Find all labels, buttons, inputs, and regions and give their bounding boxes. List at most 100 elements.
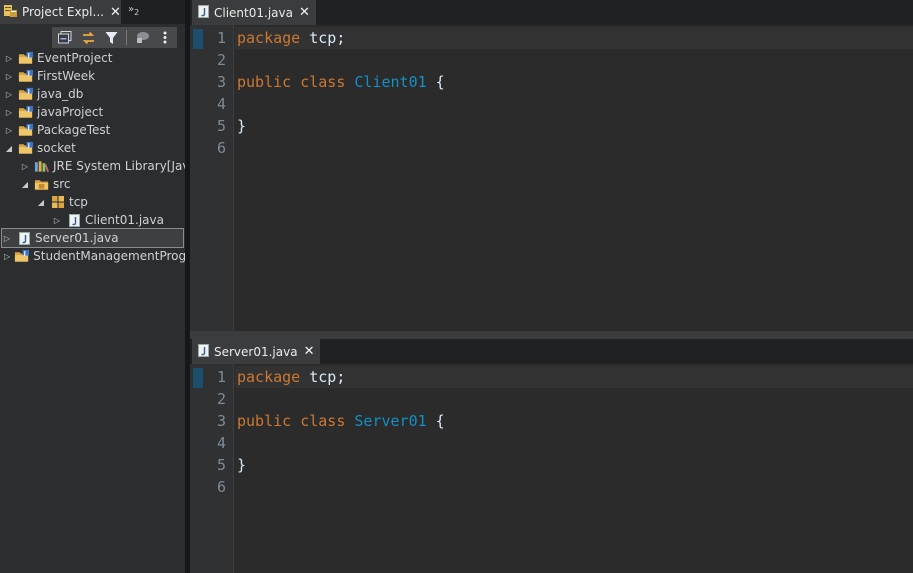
line-number: 3 [216, 412, 226, 430]
link-with-editor-icon [82, 31, 94, 44]
keyword-token: class [300, 412, 346, 430]
tree-item-label: tcp [69, 195, 88, 209]
editor-tab-bar: Server01.java ✕ [190, 339, 913, 364]
tree-item[interactable]: ▷ JRE System Library [Java [20, 157, 205, 175]
expanded-arrow-icon[interactable]: ◢ [4, 144, 14, 153]
editor-tab-bar: Client01.java ✕ [190, 0, 913, 25]
focus-on-active-task-button[interactable] [132, 29, 152, 46]
tree-item[interactable]: ▷ J PackageTest [4, 121, 189, 139]
occurrence-marker [193, 29, 203, 49]
code-token: } [237, 456, 247, 474]
code-line: } [237, 115, 246, 137]
tree-item-label: Server01.java [35, 231, 119, 245]
code-token: tcp; [300, 29, 346, 47]
toolbar-separator [126, 30, 127, 45]
filter-button[interactable] [101, 29, 121, 46]
java-project-icon: J [18, 141, 34, 155]
line-number: 6 [216, 139, 226, 157]
line-number: 2 [216, 51, 226, 69]
svg-text:J: J [27, 143, 30, 149]
tree-item[interactable]: ◢ Jsocket [4, 139, 189, 157]
editor-tab-label: Server01.java [214, 344, 298, 359]
collapsed-arrow-icon[interactable]: ▷ [4, 108, 14, 117]
class-name-token: Client01 [354, 73, 427, 91]
tree-item[interactable]: ▷ J StudentManagementProgram [4, 247, 189, 265]
editor-server01: Server01.java ✕ 1 2 3 4 5 6 package tcp; publi… [190, 339, 913, 573]
editor-tab-server01[interactable]: Server01.java ✕ [192, 339, 321, 364]
project-explorer-tab[interactable]: Project Expl... ✕ [0, 0, 121, 24]
code-token: tcp; [300, 368, 346, 386]
line-number: 1 [216, 29, 226, 47]
editor-tab-label: Client01.java [214, 5, 293, 20]
view-menu-button[interactable] [155, 29, 175, 46]
code-line: public class Client01 { [237, 71, 445, 93]
code-area[interactable]: package tcp; public class Client01 {} [235, 25, 913, 331]
keyword-token: package [237, 368, 301, 386]
svg-text:J: J [23, 251, 26, 257]
package-icon [50, 195, 66, 209]
collapsed-arrow-icon[interactable]: ▷ [4, 126, 14, 135]
task-focus-icon [136, 32, 149, 43]
tree-item-label: PackageTest [37, 123, 111, 137]
tree-item[interactable]: ▷ Server01.java [1, 228, 184, 248]
line-number: 4 [216, 95, 226, 113]
collapse-all-button[interactable] [55, 29, 75, 46]
tree-item-label: src [53, 177, 71, 191]
close-icon[interactable]: ✕ [299, 5, 310, 20]
occurrence-marker [193, 368, 203, 388]
more-views-button[interactable]: »2 [128, 4, 139, 17]
collapsed-arrow-icon[interactable]: ▷ [20, 162, 30, 171]
editor-sash-horizontal[interactable] [190, 331, 913, 339]
tree-item-label: StudentManagementProgram [33, 249, 189, 263]
collapsed-arrow-icon[interactable]: ▷ [4, 90, 14, 99]
tree-item[interactable]: ▷ Jjava_db [4, 85, 189, 103]
link-with-editor-button[interactable] [78, 29, 98, 46]
svg-text:J: J [27, 125, 30, 131]
code-line: package tcp; [237, 366, 345, 388]
svg-text:J: J [27, 89, 30, 95]
tree-item-label: socket [37, 141, 76, 155]
line-number: 4 [216, 434, 226, 452]
more-vertical-icon [163, 31, 167, 44]
java-file-icon [198, 343, 209, 360]
code-line: } [237, 454, 246, 476]
expanded-arrow-icon[interactable]: ◢ [20, 180, 30, 189]
collapsed-arrow-icon[interactable]: ▷ [4, 72, 14, 81]
tree-item[interactable]: ▷ J FirstWeek [4, 67, 189, 85]
collapsed-arrow-icon[interactable]: ▷ [2, 234, 12, 243]
tree-item-label: javaProject [37, 105, 104, 119]
class-name-token: Server01 [354, 412, 427, 430]
tree-item-label: java_db [37, 87, 84, 101]
keyword-token: public [237, 73, 292, 91]
java-file-icon [198, 4, 209, 21]
collapsed-arrow-icon[interactable]: ▷ [52, 216, 62, 225]
svg-text:J: J [27, 53, 30, 59]
collapse-all-icon [58, 31, 72, 44]
tree-item[interactable]: ▷ JjavaProject [4, 103, 189, 121]
collapsed-arrow-icon[interactable]: ▷ [4, 252, 10, 261]
code-token: } [237, 117, 247, 135]
java-project-icon: J [18, 51, 34, 65]
explorer-tab-bar: Project Expl... ✕ »2 [0, 0, 185, 24]
keyword-token: class [300, 73, 346, 91]
line-number: 6 [216, 478, 226, 496]
editor-tab-client01[interactable]: Client01.java ✕ [192, 0, 316, 25]
java-file-icon [66, 213, 82, 227]
expanded-arrow-icon[interactable]: ◢ [36, 198, 46, 207]
editor-client01: Client01.java ✕ 1 2 3 4 5 6 package tcp; publi… [190, 0, 913, 331]
svg-text:J: J [27, 71, 30, 77]
tree-item[interactable]: ◢ src [20, 175, 205, 193]
project-explorer-tab-label: Project Expl... [22, 5, 104, 19]
tree-item[interactable]: ▷ J EventProject [4, 49, 189, 67]
code-token: { [426, 73, 445, 91]
java-project-icon: J [18, 87, 34, 101]
code-area[interactable]: package tcp; public class Server01 {} [235, 364, 913, 573]
close-icon[interactable]: ✕ [110, 5, 121, 20]
explorer-toolbar [52, 27, 177, 48]
svg-text:J: J [27, 107, 30, 113]
collapsed-arrow-icon[interactable]: ▷ [4, 54, 14, 63]
close-icon[interactable]: ✕ [304, 344, 315, 359]
line-number: 2 [216, 390, 226, 408]
